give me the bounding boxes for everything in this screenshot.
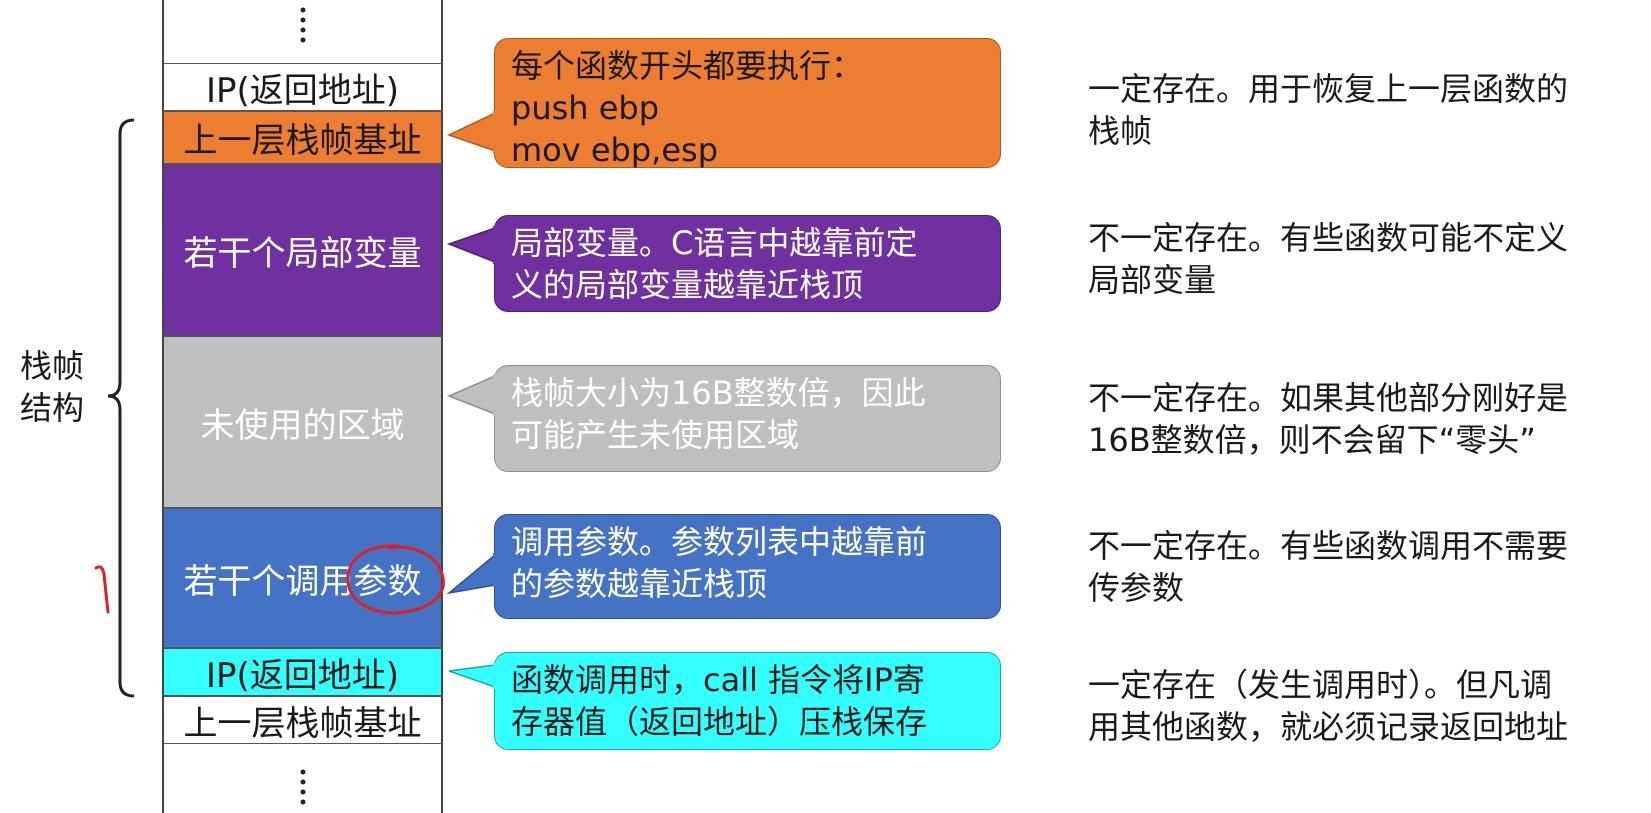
stack-cell-bottom-base: 上一层栈帧基址 (162, 696, 443, 744)
red-circle-annotation-icon (346, 544, 445, 615)
callout-line: 调用参数。参数列表中越靠前 (511, 523, 928, 561)
stack-cell-label: 未使用的区域 (200, 405, 405, 446)
callout-line: 栈帧大小为16B整数倍，因此 (511, 374, 926, 412)
callout-line: 存器值（返回地址）压栈保存 (511, 703, 928, 741)
stack-cell-top-ip: IP(返回地址) (162, 63, 443, 111)
stack-cell-ret-ip: IP(返回地址) (162, 648, 443, 696)
stack-cell-prev-base: 上一层栈帧基址 (162, 111, 443, 164)
note-line: 不一定存在。有些函数调用不需要 (1088, 527, 1569, 565)
note-unused: 不一定存在。如果其他部分刚好是 16B整数倍，则不会留下“零头” (1088, 377, 1633, 461)
callout-line: 局部变量。C语言中越靠前定 (511, 224, 918, 262)
note-line: 不一定存在。有些函数可能不定义 (1088, 219, 1569, 257)
callout-locals: 局部变量。C语言中越靠前定 义的局部变量越靠近栈顶 (446, 215, 1001, 312)
stack-cell-label: 上一层栈帧基址 (183, 703, 422, 744)
callout-line: push ebp (511, 89, 660, 127)
stack-cell-label: IP(返回地址) (205, 70, 400, 111)
note-params: 不一定存在。有些函数调用不需要 传参数 (1088, 525, 1633, 609)
top-ellipsis (162, 4, 443, 48)
callout-line: 可能产生未使用区域 (511, 416, 800, 454)
callout-params: 调用参数。参数列表中越靠前 的参数越靠近栈顶 (446, 514, 1001, 619)
stack-cell-locals: 若干个局部变量 (162, 164, 443, 336)
stack-cell-label: 上一层栈帧基址 (183, 121, 422, 161)
note-line: 16B整数倍，则不会留下“零头” (1088, 421, 1536, 459)
bottom-ellipsis (162, 766, 443, 810)
note-line: 不一定存在。如果其他部分刚好是 (1088, 379, 1569, 417)
brace-label-line: 栈帧 (20, 347, 85, 385)
vertical-dots-icon (300, 769, 305, 805)
note-prev-base: 一定存在。用于恢复上一层函数的 栈帧 (1088, 68, 1633, 152)
vertical-dots-icon (300, 7, 305, 43)
note-ret-ip: 一定存在（发生调用时）。但凡调 用其他函数，就必须记录返回地址 (1088, 664, 1633, 748)
note-line: 用其他函数，就必须记录返回地址 (1088, 708, 1569, 746)
stack-cell-label: 若干个局部变量 (183, 233, 422, 274)
note-line: 一定存在（发生调用时）。但凡调 (1088, 666, 1553, 704)
callout-line: 函数调用时，call 指令将IP寄 (511, 661, 925, 699)
note-line: 传参数 (1088, 569, 1185, 607)
handwritten-mark-icon (94, 565, 110, 614)
note-locals: 不一定存在。有些函数可能不定义 局部变量 (1088, 217, 1633, 301)
stack-cell-unused: 未使用的区域 (162, 336, 443, 508)
callout-line: mov ebp,esp (511, 131, 719, 169)
callout-line: 每个函数开头都要执行： (511, 47, 864, 85)
note-line: 一定存在。用于恢复上一层函数的 (1088, 70, 1569, 108)
brace-label-line: 结构 (20, 389, 85, 427)
callout-line: 义的局部变量越靠近栈顶 (511, 266, 864, 304)
callout-line: 的参数越靠近栈顶 (511, 565, 768, 603)
note-line: 局部变量 (1088, 261, 1217, 299)
callout-ret-ip: 函数调用时，call 指令将IP寄 存器值（返回地址）压栈保存 (448, 652, 1001, 750)
callout-unused: 栈帧大小为16B整数倍，因此 可能产生未使用区域 (447, 365, 1001, 472)
note-line: 栈帧 (1088, 112, 1153, 150)
stack-cell-label: IP(返回地址) (205, 655, 400, 696)
callout-prev-base: 每个函数开头都要执行： push ebp mov ebp,esp (447, 38, 1001, 169)
stack-frame-structure-label: 栈帧 结构 (20, 345, 90, 429)
